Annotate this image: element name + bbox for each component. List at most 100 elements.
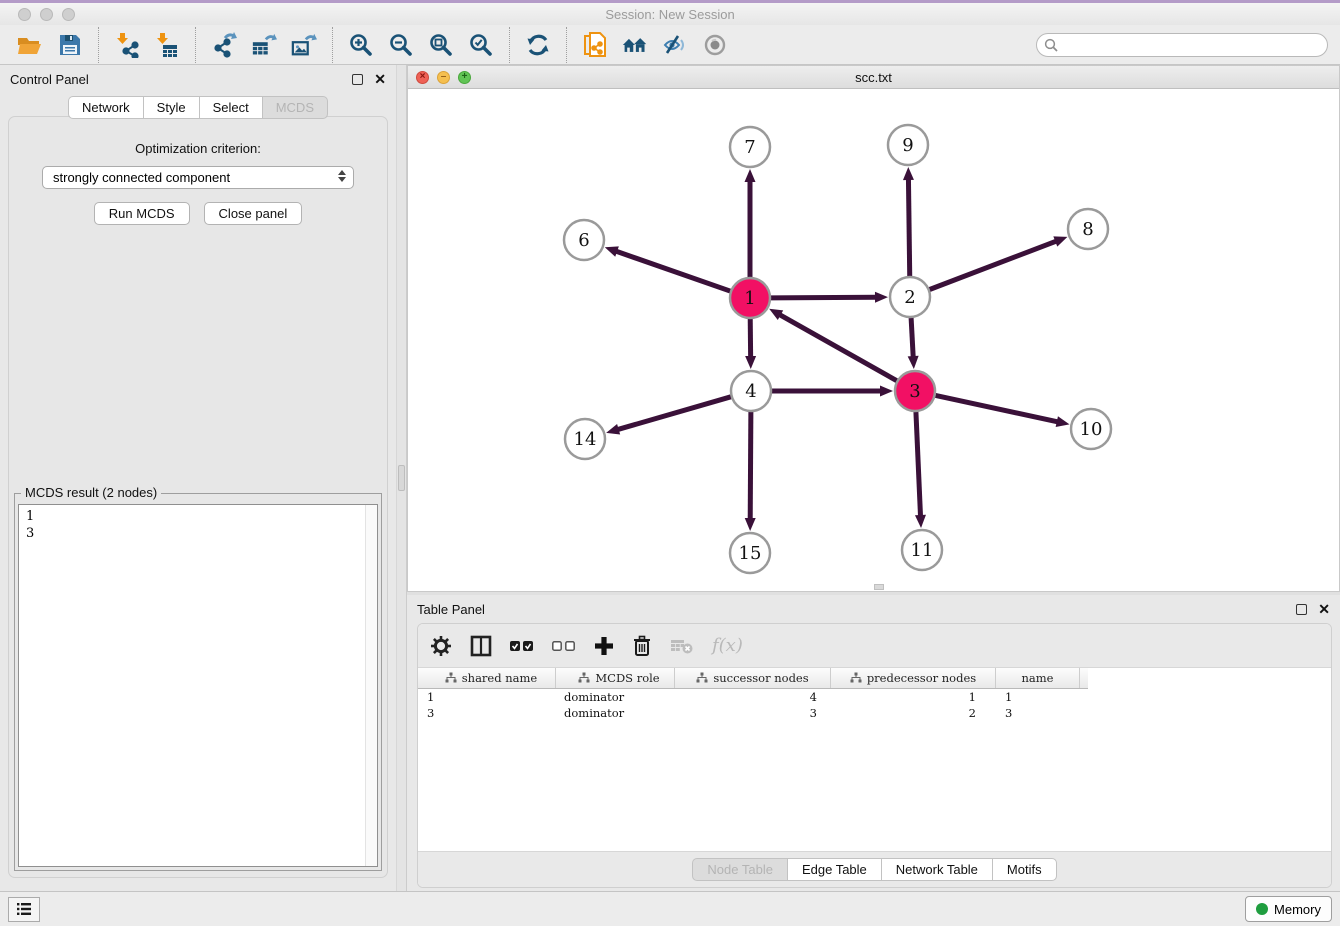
column-header-successor-nodes[interactable]: successor nodes bbox=[675, 668, 831, 688]
right-column: × – + scc.txt 1234678910111415 Table Pan… bbox=[407, 65, 1340, 891]
table-cell[interactable]: 3 bbox=[996, 706, 1080, 720]
open-session-icon[interactable] bbox=[17, 31, 43, 59]
search-container bbox=[1036, 33, 1328, 57]
homes-icon[interactable] bbox=[622, 31, 648, 59]
select-all-columns-icon[interactable] bbox=[510, 639, 534, 653]
graph-edge-1-6[interactable] bbox=[615, 251, 730, 291]
application-window: Session: New Session bbox=[0, 0, 1340, 926]
function-builder-icon-disabled[interactable]: f(x) bbox=[712, 635, 743, 656]
graph-node-label: 10 bbox=[1080, 419, 1103, 440]
column-header-shared-name[interactable]: shared name bbox=[418, 668, 556, 688]
tab-select[interactable]: Select bbox=[199, 96, 262, 119]
network-titlebar: × – + scc.txt bbox=[408, 66, 1339, 89]
mcds-result-textarea[interactable]: 1 3 bbox=[18, 504, 378, 867]
graph-edge-2-3[interactable] bbox=[911, 318, 913, 358]
zoom-fit-icon[interactable] bbox=[428, 31, 454, 59]
table-cell[interactable]: 3 bbox=[675, 706, 831, 720]
graph-node-label: 2 bbox=[904, 287, 915, 308]
criterion-value: strongly connected component bbox=[53, 170, 230, 185]
search-input[interactable] bbox=[1036, 33, 1328, 57]
tab-node-table[interactable]: Node Table bbox=[692, 858, 787, 881]
table-cell[interactable]: 4 bbox=[675, 690, 831, 704]
graph-node-label: 6 bbox=[578, 230, 589, 251]
table-panel-header: Table Panel ✕ bbox=[407, 595, 1340, 623]
hide-selected-icon[interactable] bbox=[662, 31, 688, 59]
import-table-icon[interactable] bbox=[154, 31, 180, 59]
export-network-icon[interactable] bbox=[211, 31, 237, 59]
import-network-icon[interactable] bbox=[114, 31, 140, 59]
column-header-name[interactable]: name bbox=[996, 668, 1080, 688]
float-table-panel-icon[interactable] bbox=[1296, 604, 1307, 615]
float-panel-icon[interactable] bbox=[352, 74, 363, 85]
vertical-splitter[interactable] bbox=[396, 65, 407, 891]
zoom-in-icon[interactable] bbox=[348, 31, 374, 59]
result-scrollbar[interactable] bbox=[365, 505, 377, 866]
mcds-result-groupbox: MCDS result (2 nodes) 1 3 bbox=[14, 493, 382, 871]
column-header-predecessor-nodes[interactable]: predecessor nodes bbox=[831, 668, 996, 688]
table-cell[interactable]: 3 bbox=[418, 706, 556, 720]
tab-network-table[interactable]: Network Table bbox=[881, 858, 992, 881]
column-view-icon[interactable] bbox=[470, 635, 492, 657]
close-panel-button[interactable]: Close panel bbox=[204, 202, 303, 225]
zoom-out-icon[interactable] bbox=[388, 31, 414, 59]
deselect-all-columns-icon[interactable] bbox=[552, 639, 576, 653]
export-table-icon[interactable] bbox=[251, 31, 277, 59]
export-image-icon[interactable] bbox=[291, 31, 317, 59]
tab-mcds[interactable]: MCDS bbox=[262, 96, 328, 119]
graph-edge-3-11[interactable] bbox=[916, 412, 921, 517]
tab-motifs[interactable]: Motifs bbox=[992, 858, 1057, 881]
canvas-resize-handle[interactable] bbox=[874, 584, 884, 590]
memory-button[interactable]: Memory bbox=[1245, 896, 1332, 922]
tab-network[interactable]: Network bbox=[68, 96, 143, 119]
graph-edge-2-8[interactable] bbox=[930, 241, 1058, 290]
graph-arrowhead bbox=[1056, 416, 1070, 427]
column-header-mcds-role[interactable]: MCDS role bbox=[556, 668, 675, 688]
task-history-button[interactable] bbox=[8, 897, 40, 922]
refresh-layout-icon[interactable] bbox=[525, 31, 551, 59]
zoom-selected-icon[interactable] bbox=[468, 31, 494, 59]
graph-edge-2-9[interactable] bbox=[908, 178, 909, 276]
tab-style[interactable]: Style bbox=[143, 96, 199, 119]
table-tabs-bar: Node Table Edge Table Network Table Moti… bbox=[418, 851, 1331, 887]
save-session-icon[interactable] bbox=[57, 31, 83, 59]
delete-table-icon-disabled[interactable] bbox=[670, 637, 694, 655]
graph-edge-3-10[interactable] bbox=[936, 395, 1059, 422]
network-from-selection-icon[interactable] bbox=[582, 31, 608, 59]
graph-edge-4-14[interactable] bbox=[617, 397, 731, 430]
network-canvas[interactable]: 1234678910111415 bbox=[408, 90, 1339, 591]
control-panel: Control Panel ✕ Network Style Select MCD… bbox=[0, 65, 396, 891]
graph-edge-1-2[interactable] bbox=[771, 297, 877, 298]
gear-icon[interactable] bbox=[430, 635, 452, 657]
graph-arrowhead bbox=[1053, 236, 1067, 246]
table-cell[interactable]: 2 bbox=[831, 706, 996, 720]
graph-edge-4-15[interactable] bbox=[750, 412, 751, 520]
table-header-row: shared name MCDS role successor nodes bbox=[418, 668, 1088, 689]
column-type-icon bbox=[445, 672, 457, 684]
graph-arrowhead bbox=[875, 292, 888, 303]
table-cell[interactable]: 1 bbox=[996, 690, 1080, 704]
main-area: Control Panel ✕ Network Style Select MCD… bbox=[0, 65, 1340, 891]
toolbar-separator bbox=[566, 27, 567, 63]
table-cell[interactable]: 1 bbox=[418, 690, 556, 704]
tab-edge-table[interactable]: Edge Table bbox=[787, 858, 881, 881]
close-panel-icon[interactable]: ✕ bbox=[374, 72, 386, 86]
splitter-handle[interactable] bbox=[398, 465, 405, 491]
graph-edge-3-1[interactable] bbox=[779, 314, 897, 380]
run-mcds-button[interactable]: Run MCDS bbox=[94, 202, 190, 225]
graph-arrowhead bbox=[880, 386, 893, 397]
table-cell[interactable]: dominator bbox=[556, 706, 675, 720]
toolbar-separator bbox=[332, 27, 333, 63]
graph-arrowhead bbox=[745, 356, 756, 369]
graph-arrowhead bbox=[605, 246, 619, 256]
main-titlebar: Session: New Session bbox=[0, 3, 1340, 25]
close-table-panel-icon[interactable]: ✕ bbox=[1318, 602, 1330, 616]
graph-node-label: 14 bbox=[574, 429, 597, 450]
table-row[interactable]: 3dominator323 bbox=[418, 705, 1331, 721]
table-row[interactable]: 1dominator411 bbox=[418, 689, 1331, 705]
show-all-icon[interactable] bbox=[702, 31, 728, 59]
table-cell[interactable]: dominator bbox=[556, 690, 675, 704]
add-column-icon[interactable] bbox=[594, 636, 614, 656]
table-cell[interactable]: 1 bbox=[831, 690, 996, 704]
criterion-select[interactable]: strongly connected component bbox=[42, 166, 354, 189]
delete-column-icon[interactable] bbox=[632, 635, 652, 657]
